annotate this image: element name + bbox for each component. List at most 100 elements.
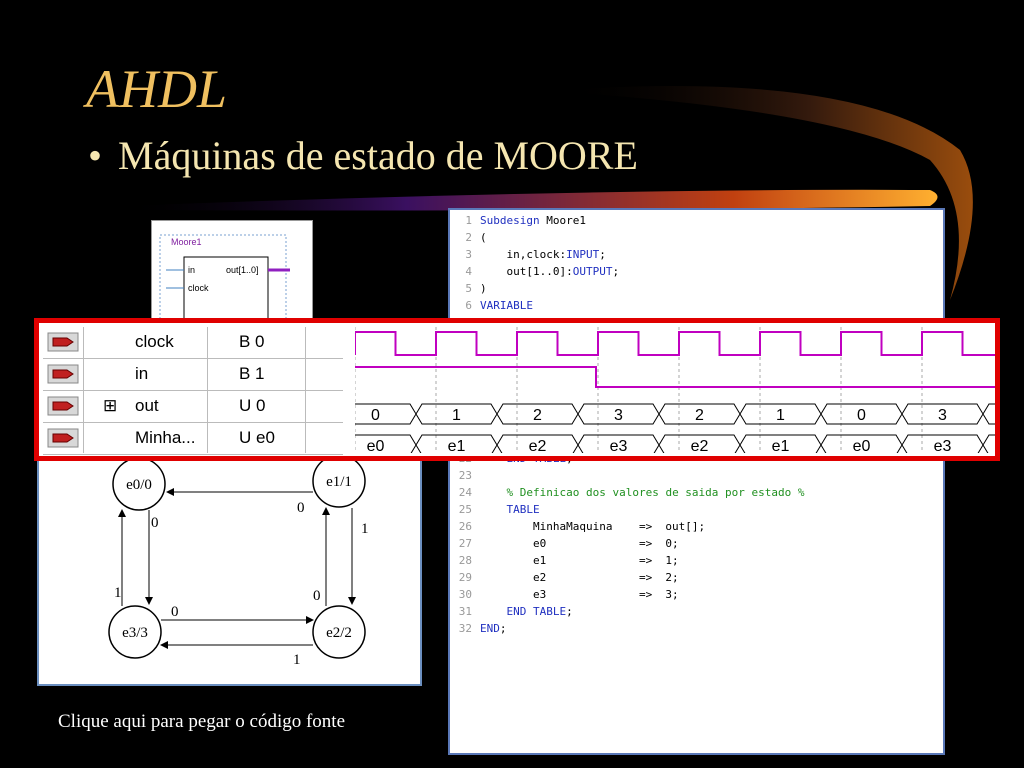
state-label-e1: e1/1 bbox=[326, 474, 352, 490]
state-bus-value: e3 bbox=[610, 438, 628, 453]
out-bus-value: 0 bbox=[857, 407, 866, 424]
waveform-plot: 012321032e0e1e2e3e2e1e0e3e2 bbox=[355, 327, 995, 453]
signal-value: U e0 bbox=[239, 428, 275, 447]
signal-value: B 0 bbox=[239, 332, 265, 351]
code-line: 30 e3 => 3; bbox=[450, 586, 679, 603]
line-number: 27 bbox=[458, 537, 472, 550]
state-bus-segment bbox=[355, 434, 417, 453]
code-line: 24 % Definicao dos valores de saida por … bbox=[450, 484, 805, 501]
code-line: 3 in,clock:INPUT; bbox=[450, 246, 606, 263]
source-code-link[interactable]: Clique aqui para pegar o código fonte bbox=[58, 711, 345, 733]
code-token: ; bbox=[612, 265, 620, 278]
waveform-panel: clock B 0 in B 1 ⊞ out U 0 Minha... U e0 0 1 2 3 2 1 0… bbox=[34, 318, 1000, 461]
code-token: ) bbox=[480, 282, 487, 295]
state-label-e0: e0/0 bbox=[126, 477, 152, 493]
bullet-label: Máquinas de estado de MOORE bbox=[118, 133, 638, 178]
signal-name: out bbox=[135, 396, 159, 415]
symbol-input-in: in bbox=[188, 265, 196, 275]
slide-title: AHDL bbox=[86, 59, 228, 119]
input-pin-icon bbox=[47, 332, 79, 352]
code-token: INPUT bbox=[566, 248, 600, 261]
expand-icon[interactable]: ⊞ bbox=[103, 396, 117, 416]
signal-name: Minha... bbox=[135, 428, 196, 447]
symbol-name: Moore1 bbox=[171, 237, 202, 247]
line-number: 28 bbox=[458, 554, 472, 567]
code-token: Subdesign bbox=[480, 214, 540, 227]
code-token: out[1..0]: bbox=[480, 265, 573, 278]
out-bus-value: 1 bbox=[452, 407, 461, 424]
code-token: END TABLE bbox=[506, 605, 567, 618]
code-line: 28 e1 => 1; bbox=[450, 552, 679, 569]
bullet-text: • Máquinas de estado de MOORE bbox=[88, 132, 638, 179]
code-token: ; bbox=[599, 248, 606, 261]
line-number: 6 bbox=[465, 299, 472, 312]
transition-label-e2-e1: 0 bbox=[313, 588, 321, 604]
signal-row[interactable]: in B 1 bbox=[43, 359, 343, 391]
line-number: 32 bbox=[458, 622, 472, 635]
code-line: 31 END TABLE; bbox=[450, 603, 573, 620]
signal-value: U 0 bbox=[239, 396, 266, 415]
transition-label-e0-e3: 0 bbox=[151, 515, 159, 531]
code-line: 2( bbox=[450, 229, 486, 246]
divider bbox=[83, 327, 84, 453]
code-line: 27 e0 => 0; bbox=[450, 535, 679, 552]
state-bus-value: e0 bbox=[367, 438, 385, 453]
state-bus-value: e0 bbox=[853, 438, 871, 453]
transition-label-e3-e0: 1 bbox=[114, 585, 122, 601]
out-bus-value: 3 bbox=[614, 407, 623, 424]
code-token: END bbox=[480, 622, 500, 635]
in-waveform bbox=[355, 366, 995, 388]
signal-name: in bbox=[135, 364, 149, 383]
state-bus-value: e1 bbox=[772, 438, 790, 453]
state-diagram-drawing: e0/0 e1/1 e2/2 e3/3 0 0 1 1 0 0 1 bbox=[108, 460, 369, 668]
code-line: 26 MinhaMaquina => out[]; bbox=[450, 518, 705, 535]
state-label-e2: e2/2 bbox=[326, 625, 352, 641]
divider bbox=[207, 327, 208, 453]
code-token: e2 => 2; bbox=[480, 571, 679, 584]
out-bus-value: 3 bbox=[938, 407, 947, 424]
out-bus-value: 0 bbox=[371, 407, 380, 424]
signal-name: clock bbox=[135, 332, 174, 351]
line-number: 3 bbox=[465, 248, 472, 261]
code-line: 25 TABLE bbox=[450, 501, 540, 518]
symbol-input-clock: clock bbox=[188, 283, 209, 293]
out-bus-segment bbox=[982, 403, 995, 425]
output-pin-icon bbox=[47, 396, 79, 416]
clock-waveform bbox=[355, 331, 995, 356]
line-number: 4 bbox=[465, 265, 472, 278]
code-line: 32 END; bbox=[450, 620, 507, 637]
signal-row[interactable]: ⊞ out U 0 bbox=[43, 391, 343, 423]
line-number: 1 bbox=[465, 214, 472, 227]
transition-label-e3-e2: 0 bbox=[171, 604, 179, 620]
code-editor: 1 Subdesign Moore1 2(3 in,clock:INPUT; 4 ou… bbox=[448, 208, 945, 755]
signal-table: clock B 0 in B 1 ⊞ out U 0 Minha... U e0 bbox=[43, 327, 343, 455]
state-bus-segment bbox=[982, 434, 995, 453]
state-label-e3: e3/3 bbox=[122, 625, 148, 641]
code-token: VARIABLE bbox=[480, 299, 533, 312]
line-number: 5 bbox=[465, 282, 472, 295]
input-pin-icon bbox=[47, 364, 79, 384]
out-bus-value: 2 bbox=[533, 407, 542, 424]
code-token: e0 => 0; bbox=[480, 537, 679, 550]
line-number: 25 bbox=[458, 503, 472, 516]
signal-row[interactable]: clock B 0 bbox=[43, 327, 343, 359]
code-line: 6 VARIABLE bbox=[450, 297, 533, 314]
code-token: % Definicao dos valores de saida por est… bbox=[506, 486, 805, 499]
state-bus-value: e2 bbox=[529, 438, 547, 453]
state-bus-value: e3 bbox=[934, 438, 952, 453]
line-number: 23 bbox=[458, 469, 472, 482]
line-number: 29 bbox=[458, 571, 472, 584]
signal-value: B 1 bbox=[239, 364, 265, 383]
code-token: e3 => 3; bbox=[480, 588, 679, 601]
divider bbox=[305, 327, 306, 453]
line-number: 31 bbox=[458, 605, 472, 618]
line-number: 24 bbox=[458, 486, 472, 499]
out-bus-value: 1 bbox=[776, 407, 785, 424]
state-diagram: e0/0 e1/1 e2/2 e3/3 0 0 1 1 0 0 1 bbox=[37, 458, 422, 686]
signal-row[interactable]: Minha... U e0 bbox=[43, 423, 343, 455]
code-token: e1 => 1; bbox=[480, 554, 679, 567]
code-line: 5) bbox=[450, 280, 487, 297]
